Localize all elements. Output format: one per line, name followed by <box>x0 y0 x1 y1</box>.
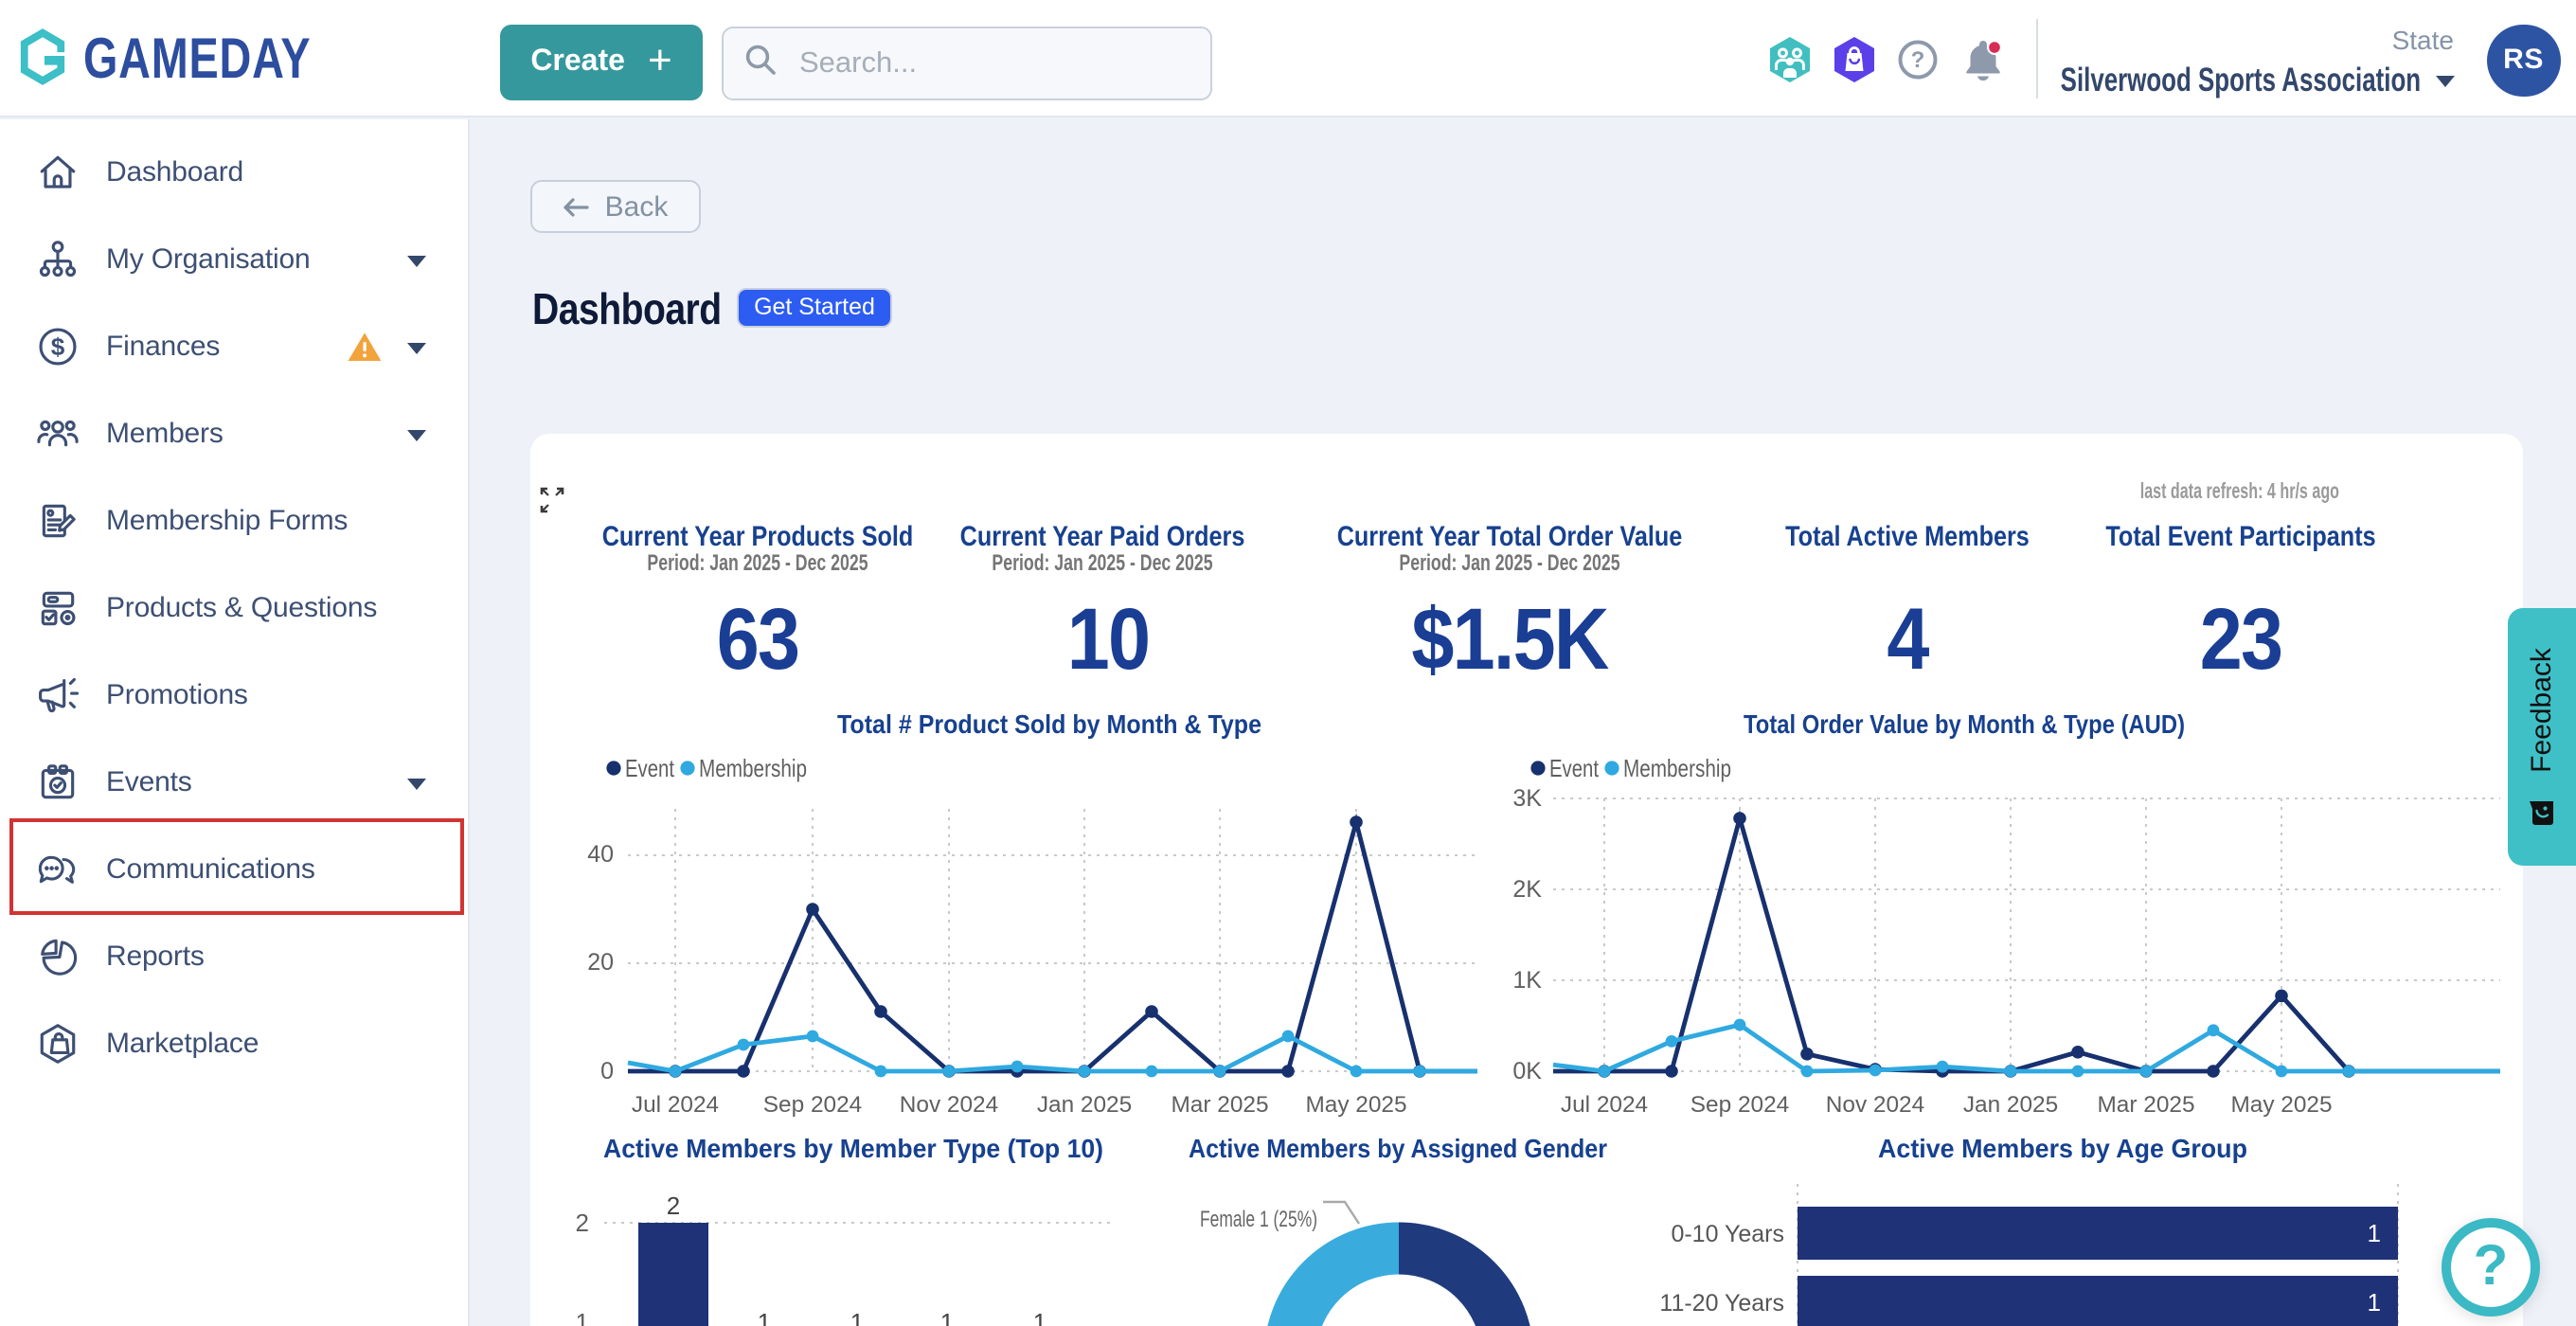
svg-text:1: 1 <box>758 1308 771 1326</box>
svg-text:1: 1 <box>576 1308 589 1326</box>
svg-text:May 2025: May 2025 <box>1305 1092 1406 1118</box>
svg-text:Jan 2025: Jan 2025 <box>1963 1092 2058 1118</box>
svg-text:Total # Product Sold by Month: Total # Product Sold by Month & Type <box>837 709 1261 739</box>
svg-text:Mar 2025: Mar 2025 <box>1171 1092 1268 1118</box>
svg-text:Nov 2024: Nov 2024 <box>900 1092 998 1118</box>
svg-text:?: ? <box>1911 47 1925 73</box>
svg-text:1: 1 <box>1033 1308 1046 1326</box>
svg-text:1: 1 <box>940 1308 954 1326</box>
svg-text:1: 1 <box>2368 1219 2381 1247</box>
svg-text:Total Order Value by Month & T: Total Order Value by Month & Type (AUD) <box>1744 709 2185 739</box>
svg-text:Event: Event <box>625 754 675 782</box>
svg-text:2: 2 <box>667 1192 680 1220</box>
svg-text:Jan 2025: Jan 2025 <box>1037 1092 1132 1118</box>
svg-text:3K: 3K <box>1512 785 1542 812</box>
svg-text:0: 0 <box>600 1058 614 1084</box>
svg-text:20: 20 <box>587 949 614 976</box>
svg-text:Sep 2024: Sep 2024 <box>763 1092 862 1118</box>
svg-text:0K: 0K <box>1512 1058 1542 1084</box>
svg-text:1K: 1K <box>1512 967 1542 994</box>
svg-text:$: $ <box>51 332 65 361</box>
svg-text:Nov 2024: Nov 2024 <box>1826 1092 1924 1118</box>
svg-text:Active Members by Member Type: Active Members by Member Type (Top 10) <box>603 1134 1103 1163</box>
svg-text:11-20 Years: 11-20 Years <box>1659 1290 1784 1317</box>
svg-text:1: 1 <box>850 1308 864 1326</box>
svg-text:1: 1 <box>2368 1288 2381 1317</box>
svg-text:May 2025: May 2025 <box>2230 1092 2332 1118</box>
svg-text:Membership: Membership <box>1623 754 1731 782</box>
svg-text:Mar 2025: Mar 2025 <box>2097 1092 2194 1118</box>
svg-text:0-10 Years: 0-10 Years <box>1671 1221 1784 1247</box>
svg-text:Sep 2024: Sep 2024 <box>1690 1092 1789 1118</box>
svg-text:40: 40 <box>587 841 614 868</box>
svg-text:Female 1 (25%): Female 1 (25%) <box>1200 1207 1317 1232</box>
svg-text:Jul 2024: Jul 2024 <box>632 1092 719 1118</box>
svg-text:Jul 2024: Jul 2024 <box>1561 1092 1648 1118</box>
svg-text:2: 2 <box>576 1209 589 1237</box>
svg-text:Active Members by Age Group: Active Members by Age Group <box>1878 1134 2247 1163</box>
svg-text:Event: Event <box>1549 754 1600 782</box>
svg-text:Active Members by Assigned Gen: Active Members by Assigned Gender <box>1189 1134 1607 1163</box>
svg-text:Membership: Membership <box>699 754 807 782</box>
svg-text:2K: 2K <box>1512 876 1542 903</box>
